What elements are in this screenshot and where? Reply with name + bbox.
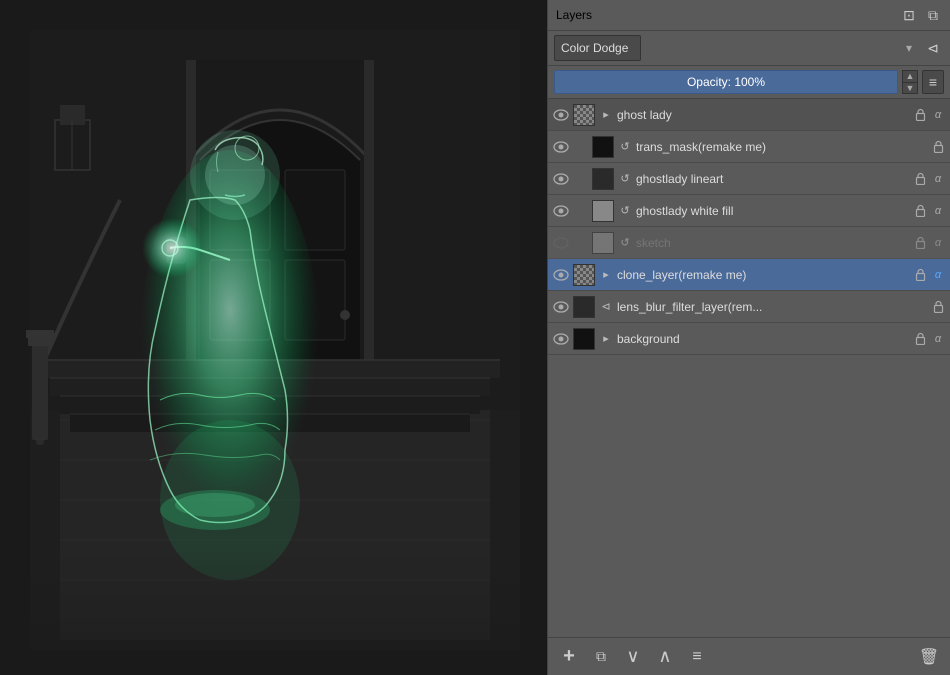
layer-lock-icon[interactable] (930, 299, 946, 315)
layers-list: ▸ghost lady α ↺trans_mask(remake me) ↺gh… (548, 99, 950, 637)
layer-name: ghostlady white fill (636, 204, 909, 218)
layer-name: sketch (636, 236, 909, 250)
layer-type-icon: ⊲ (598, 299, 614, 315)
layer-thumbnail (592, 136, 614, 158)
opacity-bar[interactable]: Opacity: 100% (554, 70, 898, 94)
layer-thumbnail (573, 296, 595, 318)
scene-svg (0, 0, 547, 675)
layer-lock-icon[interactable] (912, 171, 928, 187)
layer-alpha-icon[interactable]: α (930, 331, 946, 347)
layer-alpha-highlight-icon[interactable]: α (930, 267, 946, 283)
layer-actions: α (912, 107, 946, 123)
layer-visibility-toggle[interactable] (552, 138, 570, 156)
layer-actions: α (912, 267, 946, 283)
panel-header-icons: ⊡ ⧉ (900, 6, 942, 24)
layer-row[interactable]: ⊲lens_blur_filter_layer(rem... (548, 291, 950, 323)
blend-mode-row: Normal Dissolve Darken Multiply Color Bu… (548, 31, 950, 66)
layer-actions: α (912, 171, 946, 187)
detach-icon[interactable]: ⧉ (924, 6, 942, 24)
properties-button[interactable]: ≡ (684, 644, 710, 670)
layer-thumbnail (573, 104, 595, 126)
layer-actions (930, 139, 946, 155)
layer-lock-icon[interactable] (912, 331, 928, 347)
layer-thumbnail (592, 232, 614, 254)
blend-mode-select[interactable]: Normal Dissolve Darken Multiply Color Bu… (554, 35, 641, 61)
layer-name: background (617, 332, 909, 346)
canvas-area (0, 0, 547, 675)
maximize-icon[interactable]: ⊡ (900, 6, 918, 24)
layer-visibility-toggle[interactable] (552, 234, 570, 252)
layer-type-icon: ↺ (617, 171, 633, 187)
filter-icon[interactable]: ⊲ (922, 35, 944, 61)
layer-row[interactable]: ▸background α (548, 323, 950, 355)
panel-header: Layers ⊡ ⧉ (548, 0, 950, 31)
layer-name: trans_mask(remake me) (636, 140, 927, 154)
layer-thumbnail (573, 264, 595, 286)
layer-name: lens_blur_filter_layer(rem... (617, 300, 927, 314)
layer-actions (930, 299, 946, 315)
layer-actions: α (912, 331, 946, 347)
layer-name: clone_layer(remake me) (617, 268, 909, 282)
delete-layer-button[interactable]: 🗑 (916, 644, 942, 670)
layer-thumbnail (573, 328, 595, 350)
layer-visibility-toggle[interactable] (552, 266, 570, 284)
layer-lock-icon[interactable] (912, 107, 928, 123)
layer-alpha-icon[interactable]: α (930, 171, 946, 187)
layer-visibility-toggle[interactable] (552, 106, 570, 124)
layer-name: ghost lady (617, 108, 909, 122)
layer-thumbnail (592, 168, 614, 190)
add-layer-button[interactable]: + (556, 644, 582, 670)
layer-thumbnail (592, 200, 614, 222)
layer-type-icon: ▸ (598, 331, 614, 347)
layer-type-icon: ↺ (617, 235, 633, 251)
layer-alpha-icon[interactable]: α (930, 107, 946, 123)
move-down-button[interactable]: ∨ (620, 644, 646, 670)
layer-visibility-toggle[interactable] (552, 330, 570, 348)
layer-row[interactable]: ↺ghostlady lineart α (548, 163, 950, 195)
duplicate-layer-button[interactable]: ⧉ (588, 644, 614, 670)
panel-menu-icon[interactable]: ≡ (922, 70, 944, 94)
layer-row[interactable]: ▸ghost lady α (548, 99, 950, 131)
layer-visibility-toggle[interactable] (552, 202, 570, 220)
layer-lock-icon[interactable] (912, 267, 928, 283)
opacity-arrows: ▲ ▼ (902, 70, 918, 94)
layer-actions: α (912, 203, 946, 219)
layer-visibility-toggle[interactable] (552, 298, 570, 316)
layer-row[interactable]: ↺ghostlady white fill α (548, 195, 950, 227)
blend-mode-wrapper: Normal Dissolve Darken Multiply Color Bu… (554, 35, 918, 61)
bottom-toolbar: + ⧉ ∨ ∧ ≡ 🗑 (548, 637, 950, 675)
layer-type-icon: ▸ (598, 267, 614, 283)
layer-type-icon: ↺ (617, 203, 633, 219)
layer-actions: α (912, 235, 946, 251)
bottom-right-tools: 🗑 (916, 644, 942, 670)
bottom-left-tools: + ⧉ ∨ ∧ ≡ (556, 644, 710, 670)
layer-row[interactable]: ▸clone_layer(remake me) α (548, 259, 950, 291)
layer-row[interactable]: ↺sketch α (548, 227, 950, 259)
opacity-label: Opacity: 100% (687, 75, 765, 89)
panel-title: Layers (556, 8, 592, 22)
layer-lock-icon[interactable] (930, 139, 946, 155)
layers-panel: Layers ⊡ ⧉ Normal Dissolve Darken Multip… (547, 0, 950, 675)
layer-lock-icon[interactable] (912, 235, 928, 251)
opacity-row: Opacity: 100% ▲ ▼ ≡ (548, 66, 950, 99)
layer-alpha-icon[interactable]: α (930, 235, 946, 251)
layer-visibility-toggle[interactable] (552, 170, 570, 188)
layer-lock-icon[interactable] (912, 203, 928, 219)
layer-name: ghostlady lineart (636, 172, 909, 186)
layer-alpha-icon[interactable]: α (930, 203, 946, 219)
opacity-down-arrow[interactable]: ▼ (902, 82, 918, 94)
layer-type-icon: ▸ (598, 107, 614, 123)
opacity-up-arrow[interactable]: ▲ (902, 70, 918, 82)
layer-row[interactable]: ↺trans_mask(remake me) (548, 131, 950, 163)
move-up-button[interactable]: ∧ (652, 644, 678, 670)
layer-type-icon: ↺ (617, 139, 633, 155)
